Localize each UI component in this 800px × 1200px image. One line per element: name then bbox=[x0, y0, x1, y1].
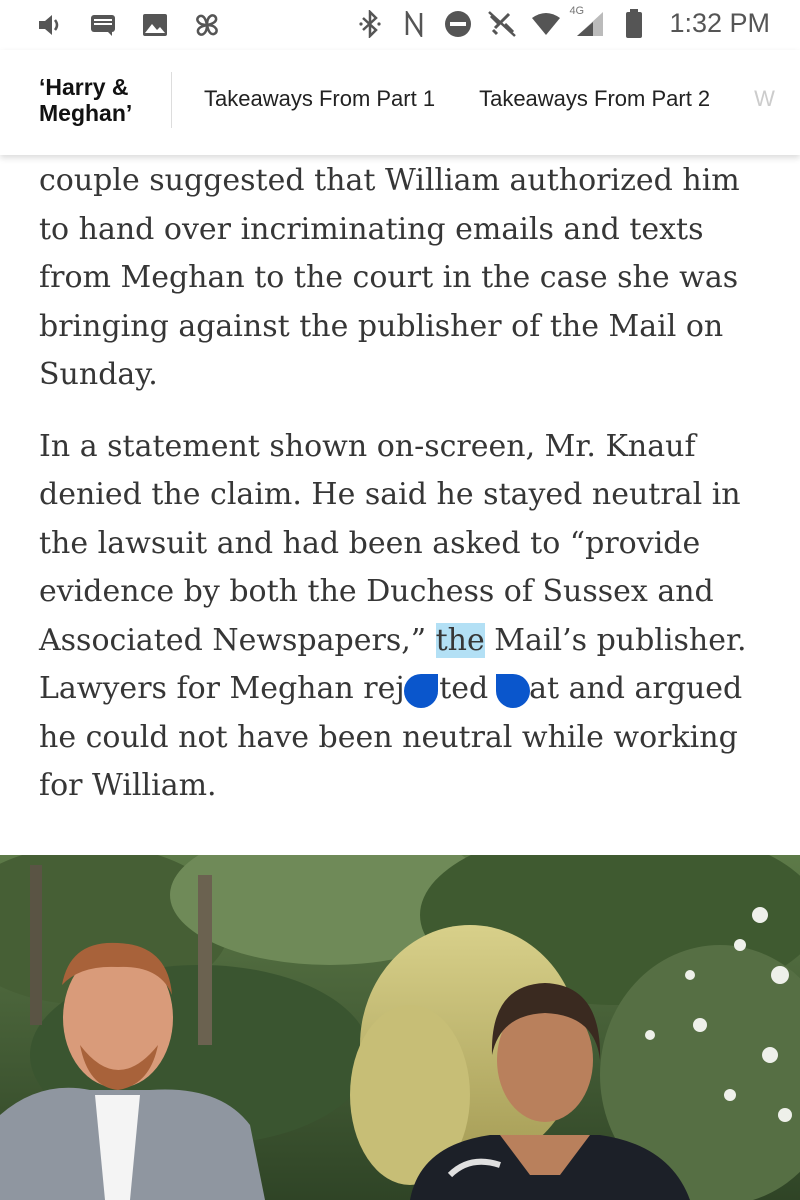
tab-takeaways-part-1[interactable]: Takeaways From Part 1 bbox=[204, 86, 435, 112]
pinwheel-icon bbox=[192, 10, 222, 40]
image-icon bbox=[140, 10, 170, 40]
status-time: 1:32 PM bbox=[669, 8, 770, 38]
wifi-icon bbox=[531, 9, 561, 39]
network-type-label: 4G bbox=[569, 4, 585, 17]
article-paragraph: couple suggested that William authorized… bbox=[39, 163, 740, 392]
section-title-line2: Meghan’ bbox=[39, 100, 133, 126]
section-tabs: Takeaways From Part 1 Takeaways From Par… bbox=[204, 86, 775, 112]
section-title-line1: ‘Harry & bbox=[39, 74, 129, 100]
selected-text[interactable]: the bbox=[435, 622, 485, 658]
nfc-icon bbox=[399, 9, 429, 39]
signal-icon: 4G bbox=[569, 5, 605, 39]
status-bar-right-icons: 4G 1:32 PM bbox=[355, 5, 770, 39]
bluetooth-icon bbox=[355, 9, 385, 39]
section-nav: ‘Harry & Meghan’ Takeaways From Part 1 T… bbox=[0, 50, 800, 155]
selection-end-handle[interactable] bbox=[496, 674, 530, 708]
tab-next-truncated[interactable]: W bbox=[754, 86, 775, 112]
status-bar-left-icons bbox=[36, 10, 222, 40]
selection-start-handle[interactable] bbox=[404, 674, 438, 708]
status-bar: 4G 1:32 PM bbox=[0, 0, 800, 50]
article-body: couple suggested that William authorized… bbox=[39, 155, 779, 811]
no-tools-icon bbox=[487, 9, 517, 39]
section-title[interactable]: ‘Harry & Meghan’ bbox=[39, 74, 159, 126]
volume-icon bbox=[36, 10, 66, 40]
do-not-disturb-icon bbox=[443, 9, 473, 39]
tab-takeaways-part-2[interactable]: Takeaways From Part 2 bbox=[479, 86, 710, 112]
battery-icon bbox=[619, 8, 649, 39]
section-divider bbox=[171, 72, 172, 128]
article-paragraph-with-selection: In a statement shown on-screen, Mr. Knau… bbox=[39, 423, 779, 811]
article-photo bbox=[0, 855, 800, 1200]
message-icon bbox=[88, 10, 118, 40]
